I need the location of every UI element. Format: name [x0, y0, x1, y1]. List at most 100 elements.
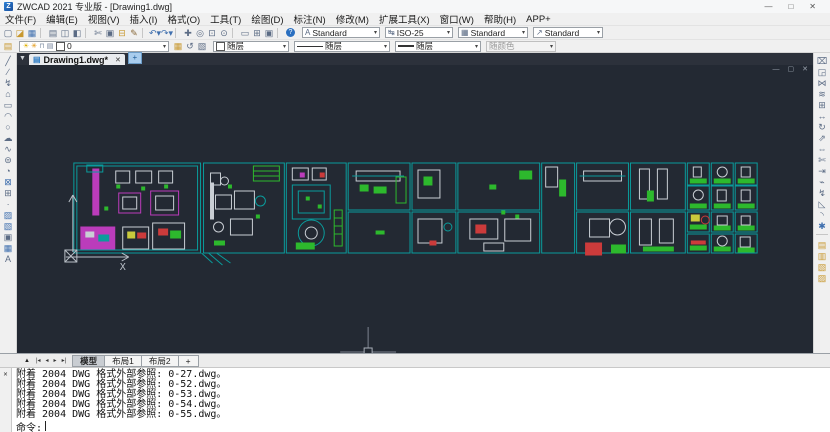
chevron-down-icon[interactable]: ▾: [163, 43, 166, 50]
undo-icon[interactable]: ↶▾: [149, 27, 161, 39]
menu-item[interactable]: 插入(I): [124, 12, 162, 26]
publish-icon[interactable]: ◧: [71, 27, 83, 39]
new-icon[interactable]: ▢: [2, 27, 14, 39]
make-object-layer-current-icon[interactable]: ▦: [172, 40, 184, 52]
arc-icon[interactable]: ◠: [1, 111, 15, 121]
plot-icon[interactable]: ▤: [47, 27, 59, 39]
command-body[interactable]: 附着 2004 DWG 格式外部参照: 0-27.dwg。附着 2004 DWG…: [12, 368, 830, 432]
chevron-down-icon[interactable]: ▾: [522, 29, 525, 36]
chevron-down-icon[interactable]: ▾: [374, 29, 377, 36]
copy-icon[interactable]: ◲: [815, 67, 829, 77]
array-icon[interactable]: ⊞: [815, 100, 829, 110]
viewport-tiled-icon[interactable]: ⊞: [251, 27, 263, 39]
menu-item[interactable]: 视图(V): [83, 12, 125, 26]
print-preview-icon[interactable]: ◫: [59, 27, 71, 39]
draworder-below-icon[interactable]: ▨: [815, 273, 829, 283]
rotate-icon[interactable]: ↻: [815, 122, 829, 132]
mdi-close-button[interactable]: ✕: [802, 65, 808, 75]
ellipse-arc-icon[interactable]: ◔: [1, 166, 15, 176]
cut-icon[interactable]: ✄: [92, 27, 104, 39]
copy-clip-icon[interactable]: ▣: [104, 27, 116, 39]
line-icon[interactable]: ╱: [1, 56, 15, 66]
zoom-realtime-icon[interactable]: ◎: [194, 27, 206, 39]
menu-item[interactable]: 标注(N): [289, 12, 331, 26]
construction-line-icon[interactable]: ∕: [1, 67, 15, 77]
fillet-icon[interactable]: ◝: [815, 210, 829, 220]
command-prompt-row[interactable]: 命令:: [16, 420, 830, 432]
zoom-window-icon[interactable]: ⊡: [206, 27, 218, 39]
mleader-style-combo[interactable]: ↗ Standard ▾: [533, 27, 603, 38]
spline-icon[interactable]: ∿: [1, 144, 15, 154]
layout-list-button[interactable]: ▲: [24, 358, 30, 364]
layout-nav-button[interactable]: |◂: [34, 357, 43, 364]
menu-item[interactable]: 修改(M): [331, 12, 374, 26]
table-icon[interactable]: ▦: [1, 243, 15, 253]
maximize-button[interactable]: □: [788, 2, 793, 11]
layer-combo[interactable]: ☀✳⊓▤ 0 ▾: [19, 41, 169, 52]
gradient-icon[interactable]: ▧: [1, 221, 15, 231]
hatch-icon[interactable]: ▨: [1, 210, 15, 220]
scale-icon[interactable]: ⇗: [815, 133, 829, 143]
tab-close-icon[interactable]: ✕: [115, 56, 121, 64]
text-style-combo[interactable]: A Standard ▾: [302, 27, 380, 38]
mdi-restore-button[interactable]: ▢: [788, 65, 795, 75]
paste-icon[interactable]: ⊟: [116, 27, 128, 39]
draworder-back-icon[interactable]: ▥: [815, 251, 829, 261]
polygon-icon[interactable]: ⌂: [1, 89, 15, 99]
tab-list-button[interactable]: ▼: [19, 53, 26, 65]
offset-icon[interactable]: ≋: [815, 89, 829, 99]
rectangle-icon[interactable]: ▭: [1, 100, 15, 110]
circle-icon[interactable]: ○: [1, 122, 15, 132]
menu-item[interactable]: 格式(O): [162, 12, 205, 26]
pan-icon[interactable]: ✚: [182, 27, 194, 39]
menu-item[interactable]: 工具(T): [205, 12, 246, 26]
drawing-canvas[interactable]: X — ▢ ✕: [17, 65, 813, 353]
draworder-above-icon[interactable]: ▧: [815, 262, 829, 272]
menu-item[interactable]: APP+: [521, 14, 556, 25]
menu-item[interactable]: 文件(F): [0, 12, 41, 26]
document-tab[interactable]: ▤ Drawing1.dwg* ✕: [29, 54, 125, 65]
menu-item[interactable]: 扩展工具(X): [374, 12, 435, 26]
draworder-front-icon[interactable]: ▤: [815, 240, 829, 250]
make-block-icon[interactable]: ⊞: [1, 188, 15, 198]
save-icon[interactable]: ▦: [26, 27, 38, 39]
break-at-point-icon[interactable]: ⌁: [815, 177, 829, 187]
layout-nav-button[interactable]: ▸: [52, 357, 59, 364]
color-combo[interactable]: 随层 ▾: [213, 41, 289, 52]
chevron-down-icon[interactable]: ▾: [384, 43, 387, 50]
polyline-icon[interactable]: ↯: [1, 78, 15, 88]
stretch-icon[interactable]: ⇔: [815, 144, 829, 154]
viewport-layout-icon[interactable]: ▣: [263, 27, 275, 39]
chamfer-icon[interactable]: ◺: [815, 199, 829, 209]
explode-icon[interactable]: ✱: [815, 221, 829, 231]
layer-properties-icon[interactable]: ▤: [2, 40, 14, 52]
ellipse-icon[interactable]: ⊜: [1, 155, 15, 165]
command-close-icon[interactable]: ✕: [3, 370, 7, 378]
point-icon[interactable]: ∙: [1, 199, 15, 209]
chevron-down-icon[interactable]: ▾: [597, 29, 600, 36]
menu-item[interactable]: 绘图(D): [246, 12, 288, 26]
insert-block-icon[interactable]: ⊠: [1, 177, 15, 187]
table-style-combo[interactable]: ▦ Standard ▾: [458, 27, 528, 38]
dim-style-combo[interactable]: ↹ ISO-25 ▾: [385, 27, 453, 38]
menu-item[interactable]: 帮助(H): [479, 12, 521, 26]
mtext-icon[interactable]: A: [1, 254, 15, 264]
chevron-down-icon[interactable]: ▾: [447, 29, 450, 36]
chevron-down-icon[interactable]: ▾: [475, 43, 478, 50]
open-icon[interactable]: ◪: [14, 27, 26, 39]
new-tab-button[interactable]: +: [128, 52, 142, 64]
linetype-combo[interactable]: 随层 ▾: [294, 41, 390, 52]
layout-nav-button[interactable]: ▸|: [60, 357, 69, 364]
menu-item[interactable]: 编辑(E): [41, 12, 83, 26]
mdi-minimize-button[interactable]: —: [773, 65, 780, 75]
region-icon[interactable]: ▣: [1, 232, 15, 242]
close-button[interactable]: ✕: [809, 2, 816, 11]
revision-cloud-icon[interactable]: ☁: [1, 133, 15, 143]
zoom-previous-icon[interactable]: ⊙: [218, 27, 230, 39]
extend-icon[interactable]: ⇥: [815, 166, 829, 176]
chevron-down-icon[interactable]: ▾: [283, 43, 286, 50]
menu-item[interactable]: 窗口(W): [435, 12, 479, 26]
layer-previous-icon[interactable]: ↺: [184, 40, 196, 52]
break-icon[interactable]: ↯: [815, 188, 829, 198]
erase-icon[interactable]: ⌧: [815, 56, 829, 66]
